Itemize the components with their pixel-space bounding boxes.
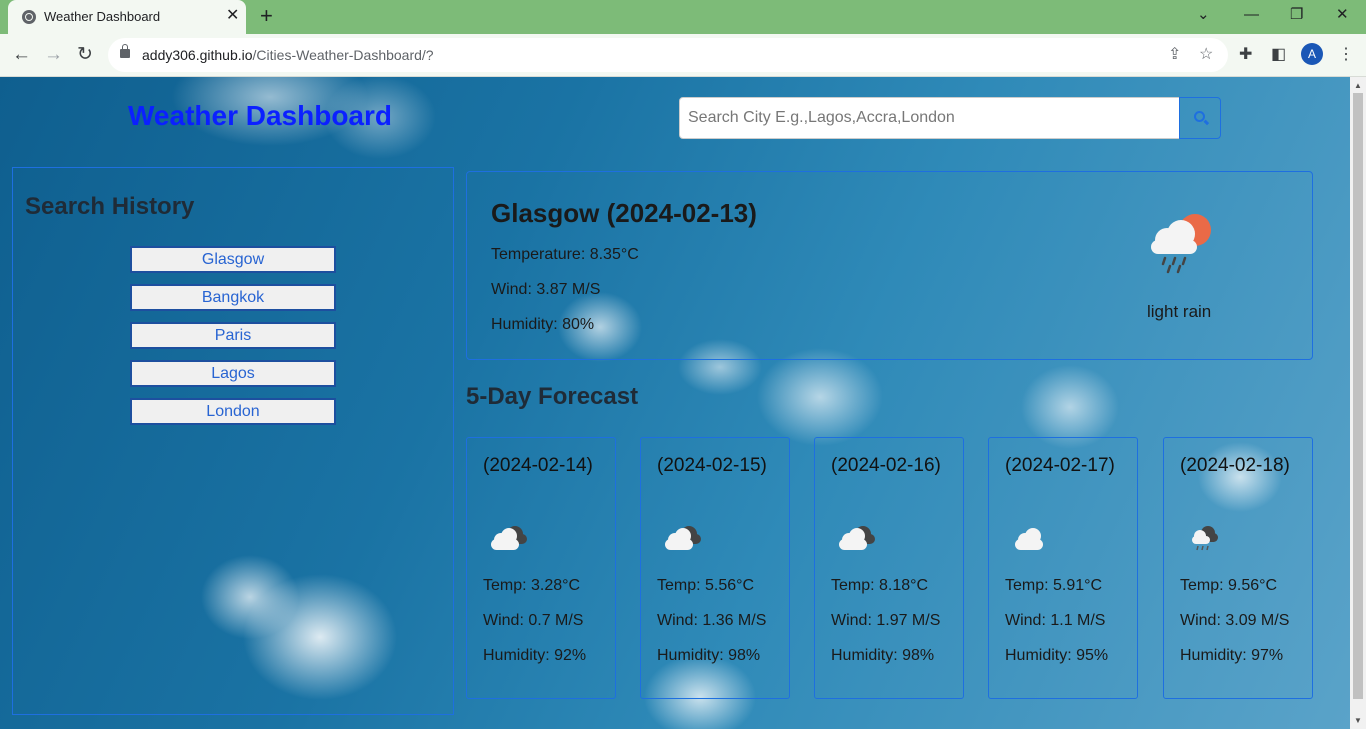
browser-toolbar: ← → ↻ addy306.github.io/Cities-Weather-D… <box>0 34 1366 77</box>
url-text: addy306.github.io/Cities-Weather-Dashboa… <box>142 47 434 63</box>
search-icon <box>1194 111 1205 122</box>
extensions-icon[interactable]: ✚ <box>1239 44 1252 66</box>
forecast-date: (2024-02-18) <box>1180 455 1290 476</box>
restore-icon[interactable]: ❐ <box>1290 4 1303 26</box>
broken-clouds-icon <box>491 526 527 550</box>
share-icon[interactable]: ⇪ <box>1168 45 1181 65</box>
tab-title: Weather Dashboard <box>44 9 161 24</box>
forecast-humidity: Humidity: 98% <box>831 647 935 664</box>
history-button-lagos[interactable]: Lagos <box>130 360 336 387</box>
history-button-paris[interactable]: Paris <box>130 322 336 349</box>
forecast-wind: Wind: 1.36 M/S <box>657 612 767 629</box>
current-humidity: Humidity: 80% <box>491 316 595 333</box>
browser-tab[interactable]: Weather Dashboard ✕ <box>8 0 246 34</box>
forecast-temp: Temp: 5.91°C <box>1005 577 1103 594</box>
forecast-date: (2024-02-16) <box>831 455 941 476</box>
page-title: Weather Dashboard <box>128 100 392 131</box>
minimize-icon[interactable]: — <box>1244 4 1259 26</box>
browser-tab-bar: Weather Dashboard ✕ + ⌄ — ❐ ✕ <box>0 0 1366 34</box>
forecast-date: (2024-02-15) <box>657 455 767 476</box>
history-button-glasgow[interactable]: Glasgow <box>130 246 336 273</box>
search-history-title: Search History <box>25 193 195 220</box>
forecast-wind: Wind: 0.7 M/S <box>483 612 584 629</box>
address-bar[interactable]: addy306.github.io/Cities-Weather-Dashboa… <box>108 38 1228 72</box>
forecast-temp: Temp: 8.18°C <box>831 577 929 594</box>
forward-icon[interactable]: → <box>44 42 63 68</box>
scroll-down-icon[interactable]: ▼ <box>1354 716 1362 725</box>
menu-kebab-icon[interactable]: ⋮ <box>1338 44 1354 66</box>
forecast-card: (2024-02-17) Temp: 5.91°C Wind: 1.1 M/S … <box>988 437 1138 699</box>
forecast-wind: Wind: 1.97 M/S <box>831 612 941 629</box>
forecast-card: (2024-02-16) Temp: 8.18°C Wind: 1.97 M/S… <box>814 437 964 699</box>
new-tab-icon[interactable]: + <box>260 3 273 29</box>
city-search-input[interactable] <box>679 97 1180 139</box>
search-history-panel: Search History Glasgow Bangkok Paris Lag… <box>12 167 454 715</box>
forecast-date: (2024-02-17) <box>1005 455 1115 476</box>
profile-avatar[interactable]: A <box>1301 43 1323 65</box>
side-panel-icon[interactable]: ◧ <box>1271 44 1286 66</box>
scrollbar-thumb[interactable] <box>1353 93 1363 699</box>
history-button-bangkok[interactable]: Bangkok <box>130 284 336 311</box>
close-window-icon[interactable]: ✕ <box>1336 4 1349 26</box>
globe-icon <box>22 10 36 24</box>
forecast-humidity: Humidity: 92% <box>483 647 587 664</box>
forecast-humidity: Humidity: 97% <box>1180 647 1284 664</box>
forecast-temp: Temp: 9.56°C <box>1180 577 1278 594</box>
current-wind: Wind: 3.87 M/S <box>491 281 601 298</box>
cloud-icon <box>1015 528 1043 550</box>
current-weather-card: Glasgow (2024-02-13) Temperature: 8.35°C… <box>466 171 1313 360</box>
lock-icon <box>120 44 130 58</box>
forecast-humidity: Humidity: 98% <box>657 647 761 664</box>
rain-sun-icon <box>1151 214 1211 274</box>
current-city-heading: Glasgow (2024-02-13) <box>491 198 757 228</box>
forecast-wind: Wind: 3.09 M/S <box>1180 612 1290 629</box>
forecast-card: (2024-02-18) Temp: 9.56°C Wind: 3.09 M/S… <box>1163 437 1313 699</box>
current-temperature: Temperature: 8.35°C <box>491 246 639 263</box>
forecast-card: (2024-02-15) Temp: 5.56°C Wind: 1.36 M/S… <box>640 437 790 699</box>
bookmark-star-icon[interactable]: ☆ <box>1199 45 1213 65</box>
forecast-humidity: Humidity: 95% <box>1005 647 1109 664</box>
back-icon[interactable]: ← <box>12 42 31 68</box>
broken-clouds-icon <box>839 526 875 550</box>
rain-cloud-icon <box>1192 526 1218 551</box>
forecast-card: (2024-02-14) Temp: 3.28°C Wind: 0.7 M/S … <box>466 437 616 699</box>
scroll-up-icon[interactable]: ▲ <box>1354 81 1362 90</box>
close-tab-icon[interactable]: ✕ <box>226 6 239 26</box>
forecast-date: (2024-02-14) <box>483 455 593 476</box>
reload-icon[interactable]: ↻ <box>77 42 93 68</box>
forecast-temp: Temp: 3.28°C <box>483 577 581 594</box>
forecast-title: 5-Day Forecast <box>466 383 639 410</box>
tab-search-icon[interactable]: ⌄ <box>1197 4 1210 26</box>
page-scrollbar[interactable]: ▲ ▼ <box>1350 77 1366 729</box>
search-button[interactable] <box>1179 97 1221 139</box>
forecast-temp: Temp: 5.56°C <box>657 577 755 594</box>
current-description: light rain <box>1147 302 1212 321</box>
broken-clouds-icon <box>665 526 701 550</box>
history-button-london[interactable]: London <box>130 398 336 425</box>
page-viewport: Weather Dashboard Search History Glasgow… <box>0 77 1350 729</box>
forecast-wind: Wind: 1.1 M/S <box>1005 612 1106 629</box>
